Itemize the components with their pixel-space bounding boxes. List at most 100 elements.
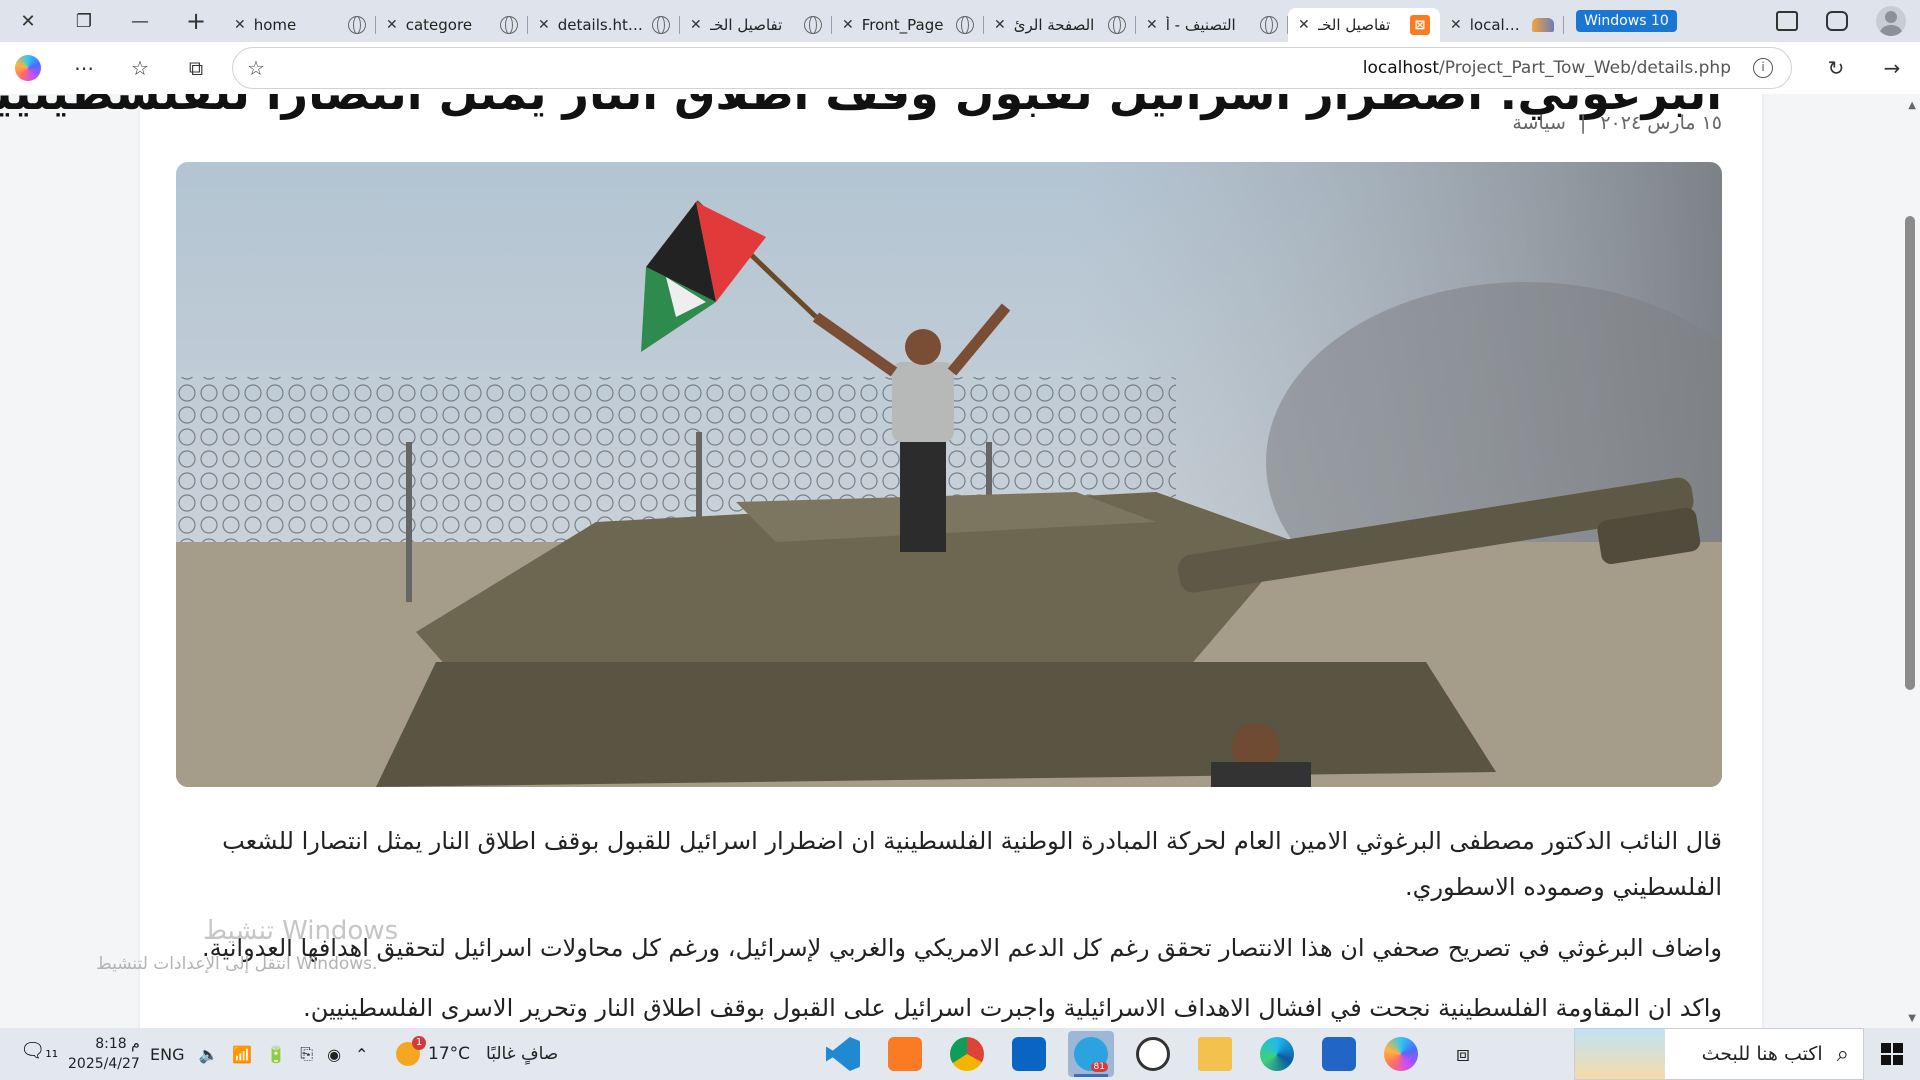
workspaces-icon[interactable] <box>1826 11 1848 31</box>
refresh-icon[interactable]: ↻ <box>1808 42 1864 94</box>
article-image <box>176 162 1722 787</box>
scrollbar-thumb[interactable] <box>1905 216 1915 690</box>
close-tab-icon[interactable]: ✕ <box>690 17 702 33</box>
page-scrollbar[interactable]: ▲ ▼ <box>1900 94 1920 1028</box>
globe-icon <box>500 16 518 34</box>
window-controls <box>1776 6 1920 36</box>
tab-categore[interactable]: ✕ categore <box>376 8 528 42</box>
tab-title: home <box>253 16 297 34</box>
store-icon <box>1322 1037 1356 1071</box>
split-screen-icon[interactable] <box>1776 11 1798 31</box>
article-headline: البرغوثي: اضطرار اسرائيل لقبول وقف اطلاق… <box>0 94 1722 120</box>
clock-time: 8:18 م <box>95 1036 140 1052</box>
tab-home[interactable]: ✕ home <box>224 8 376 42</box>
minimize-icon[interactable]: — <box>112 0 168 42</box>
phpmyadmin-icon <box>1532 18 1554 32</box>
profile-avatar[interactable] <box>1876 6 1906 36</box>
close-tab-icon[interactable]: ✕ <box>842 17 854 33</box>
clock-date: 2025/4/27 <box>68 1056 140 1072</box>
favorites-icon[interactable]: ☆ <box>112 42 168 94</box>
copilot-app[interactable] <box>1378 1031 1424 1077</box>
address-bar[interactable]: ☆ localhost/Project_Part_Tow_Web/details… <box>232 47 1792 89</box>
tab-details-active[interactable]: ✕ تفاصيل الخـ ⊠ <box>1288 8 1440 42</box>
telegram-badge: 81 <box>1090 1062 1108 1072</box>
outlook-icon <box>1012 1037 1046 1071</box>
language-indicator[interactable]: ENG <box>150 1045 184 1064</box>
close-tab-icon[interactable]: ✕ <box>1450 17 1462 33</box>
extensions-icon[interactable]: ⧉ <box>168 42 224 94</box>
search-highlight-image <box>1575 1029 1665 1079</box>
tab-phpmyadmin[interactable]: ✕ localhost / <box>1440 8 1564 42</box>
article-date: ١٥ مارس ٢٠٢٤ <box>1600 112 1722 134</box>
store-app[interactable] <box>1316 1031 1362 1077</box>
article-paragraph: واكد ان المقاومة الفلسطينية نجحت في افشا… <box>303 994 1722 1022</box>
weather-icon: 1 <box>396 1036 426 1066</box>
battery-icon[interactable]: 🔋 <box>266 1045 286 1064</box>
globe-icon <box>652 16 670 34</box>
task-view-icon[interactable]: ⧈ <box>1440 1042 1486 1067</box>
windows-taskbar: 🗨11 8:18 م 2025/4/27 ENG 🔈 📶 🔋 ⎘ ◉ ⌃ 1 1… <box>0 1028 1920 1080</box>
edge-app[interactable] <box>1254 1031 1300 1077</box>
whatsapp-icon <box>1136 1037 1170 1071</box>
system-clock[interactable]: 8:18 م 2025/4/27 <box>68 1034 140 1074</box>
tab-home-arabic[interactable]: ✕ الصفحة الرئ <box>984 8 1136 42</box>
notification-center-icon[interactable]: 🗨11 <box>20 1038 60 1072</box>
weather-text: صافٍ غالبًا <box>486 1044 559 1064</box>
more-options-icon[interactable]: ⋯ <box>56 42 112 94</box>
url-text[interactable]: localhost/Project_Part_Tow_Web/details.p… <box>1363 58 1731 78</box>
windows-icon <box>1881 1043 1903 1065</box>
globe-icon <box>1108 16 1126 34</box>
taskbar-search[interactable]: ⌕ اكتب هنا للبحث <box>1574 1028 1864 1080</box>
chrome-app[interactable] <box>944 1031 990 1077</box>
start-button[interactable] <box>1864 1028 1920 1080</box>
close-tab-icon[interactable]: ✕ <box>386 17 398 33</box>
weather-widget[interactable]: 1 17°C صافٍ غالبًا <box>396 1028 558 1080</box>
meet-now-icon[interactable]: ⎘ <box>300 1044 313 1064</box>
site-info-icon[interactable]: i <box>1753 58 1773 78</box>
scroll-up-icon[interactable]: ▲ <box>1908 100 1916 111</box>
scroll-down-icon[interactable]: ▼ <box>1908 1013 1916 1024</box>
show-hidden-icons-icon[interactable]: ⌃ <box>355 1045 368 1064</box>
tab-actions-icon[interactable]: ❐ <box>56 0 112 42</box>
search-placeholder: اكتب هنا للبحث <box>1701 1043 1823 1065</box>
meta-separator: | <box>1579 112 1587 134</box>
copilot-icon <box>15 55 41 81</box>
xampp-app[interactable] <box>882 1031 928 1077</box>
article-paragraph: قال النائب الدكتور مصطفى البرغوثي الامين… <box>222 827 1722 901</box>
globe-icon <box>348 16 366 34</box>
volume-icon[interactable]: 🔈 <box>198 1045 218 1064</box>
system-tray: ENG 🔈 📶 🔋 ⎘ ◉ ⌃ <box>150 1028 368 1080</box>
copilot-button[interactable] <box>0 42 56 94</box>
forward-icon[interactable]: → <box>1864 42 1920 94</box>
whatsapp-app[interactable] <box>1130 1031 1176 1077</box>
search-icon: ⌕ <box>1836 1041 1849 1067</box>
tab-front-page[interactable]: ✕ Front_Page <box>832 8 984 42</box>
close-tab-icon[interactable]: ✕ <box>994 17 1006 33</box>
add-favorite-icon[interactable]: ☆ <box>247 56 265 80</box>
close-tab-icon[interactable]: ✕ <box>1146 17 1158 33</box>
new-tab-button[interactable]: + <box>168 0 224 42</box>
tab-category-arabic[interactable]: ✕ التصنيف - أ <box>1136 8 1288 42</box>
close-tab-icon[interactable]: ✕ <box>234 17 246 33</box>
close-tab-icon[interactable]: ✕ <box>538 17 550 33</box>
weather-badge: 1 <box>412 1036 426 1050</box>
tab-title: Front_Page <box>861 16 944 34</box>
tab-details-html[interactable]: ✕ details.html <box>528 8 680 42</box>
outlook-app[interactable] <box>1006 1031 1052 1077</box>
windows-badge: Windows 10 <box>1576 10 1677 32</box>
article-category[interactable]: سياسة <box>1512 112 1566 134</box>
record-icon[interactable]: ◉ <box>327 1045 341 1064</box>
chrome-icon <box>950 1037 984 1071</box>
telegram-app[interactable]: 81 <box>1068 1031 1114 1077</box>
xampp-icon: ⊠ <box>1410 15 1430 35</box>
wifi-icon[interactable]: 📶 <box>232 1045 252 1064</box>
tank-photo <box>176 162 1722 787</box>
tab-details-arabic[interactable]: ✕ تفاصيل الخـ <box>680 8 832 42</box>
file-explorer-app[interactable] <box>1192 1031 1238 1077</box>
close-tab-icon[interactable]: ✕ <box>1298 17 1310 33</box>
globe-icon <box>804 16 822 34</box>
tab-title: تفاصيل الخـ <box>1317 16 1391 34</box>
close-window-icon[interactable]: ✕ <box>0 0 56 42</box>
vscode-app[interactable] <box>820 1031 866 1077</box>
tab-title: localhost / <box>1469 16 1524 34</box>
